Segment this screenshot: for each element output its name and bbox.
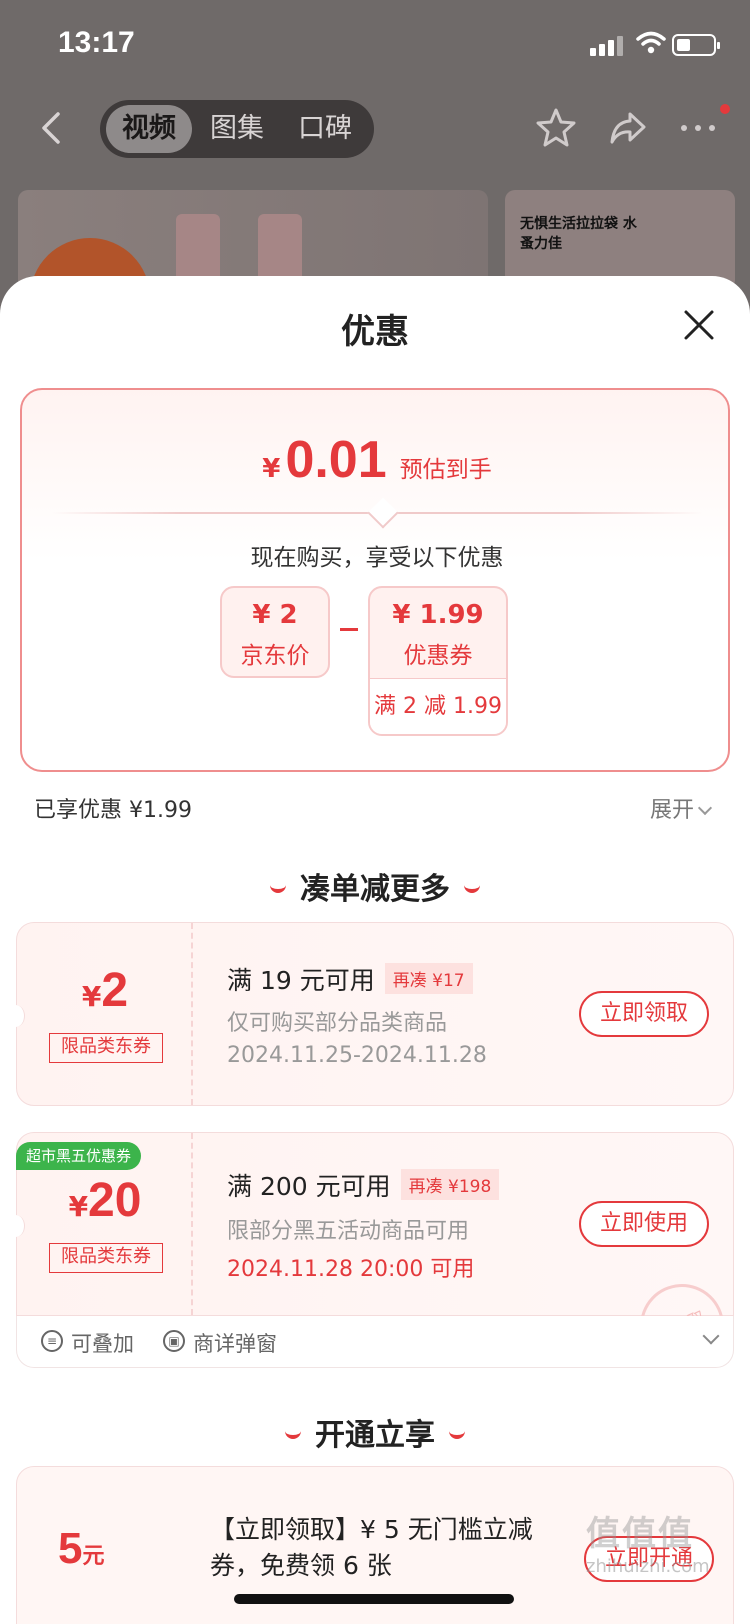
expand-label: 展开 — [650, 798, 695, 823]
coupon-type-tag: 限品类东券 — [49, 1243, 163, 1273]
tab-reviews[interactable]: 口碑 — [282, 105, 368, 153]
smile-icon — [464, 884, 480, 893]
use-button[interactable]: 立即使用 — [579, 1201, 709, 1247]
sheet-title: 优惠 — [341, 312, 409, 352]
coupon-card: ¥2 限品类东券 满 19 元可用 再凑 ¥17 仅可购买部分品类商品 2024.… — [7, 922, 734, 1106]
minus-sign — [340, 628, 358, 631]
share-icon[interactable] — [606, 106, 650, 150]
vip-title: 【立即领取】¥ 5 无门槛立减券，免费领 6 张 — [210, 1515, 533, 1580]
coupon-rule: 满 2 减 1.99 — [370, 678, 506, 734]
close-icon[interactable] — [682, 308, 716, 342]
coupon-desc: 仅可购买部分品类商品 — [227, 1011, 448, 1036]
coupon-gap-badge: 再凑 ¥17 — [384, 963, 473, 994]
battery-icon — [672, 34, 720, 56]
watermark: 值值值 — [586, 1514, 694, 1554]
coupon-price-value: ¥ 1.99 — [392, 600, 484, 630]
coupon-currency: ¥ — [81, 980, 102, 1013]
coupon-threshold: 满 200 元可用 — [227, 1172, 391, 1201]
coupon-type-tag: 限品类东券 — [49, 1033, 163, 1063]
coupon-amount: ¥20 — [17, 1173, 193, 1228]
claim-button[interactable]: 立即领取 — [579, 991, 709, 1037]
section-title-vip: 开通立享 — [0, 1410, 750, 1454]
coupon-date: 2024.11.25-2024.11.28 — [227, 1043, 487, 1068]
stackable-label: 可叠加 — [71, 1332, 134, 1356]
star-icon[interactable] — [534, 106, 578, 150]
coupon-value: 2 — [101, 964, 129, 1017]
smile-icon — [285, 1430, 301, 1439]
discount-sheet: 优惠 ¥ 0.01 预估到手 现在购买，享受以下优惠 ¥ 2 京东价 ¥ 1.9… — [0, 276, 750, 1624]
coupon-amount: ¥2 — [17, 963, 193, 1018]
coupon-title: 满 200 元可用 再凑 ¥198 — [227, 1167, 500, 1203]
back-icon[interactable] — [32, 108, 72, 148]
coupon-price-box: ¥ 1.99 优惠券 满 2 减 1.99 — [368, 586, 508, 736]
expand-button[interactable]: 展开 — [650, 792, 713, 824]
vip-amount: 5元 — [58, 1524, 105, 1574]
estimate-card: ¥ 0.01 预估到手 现在购买，享受以下优惠 ¥ 2 京东价 ¥ 1.99 优… — [20, 388, 730, 772]
jd-price-box: ¥ 2 京东价 — [220, 586, 330, 678]
wifi-icon — [636, 31, 666, 54]
popup-icon: ▣ — [163, 1330, 185, 1352]
coupon-currency: ¥ — [68, 1190, 89, 1223]
home-indicator[interactable] — [234, 1594, 514, 1604]
enjoyed-discount: 已享优惠 ¥1.99 — [34, 798, 192, 823]
coupon-price-label: 优惠券 — [403, 643, 473, 669]
estimated-price: ¥ 0.01 预估到手 — [22, 430, 732, 490]
smile-icon — [449, 1430, 465, 1439]
coupon-value: 20 — [88, 1174, 142, 1227]
smile-icon — [270, 884, 286, 893]
coupon-date: 2024.11.28 20:00 可用 — [227, 1257, 475, 1282]
coupon-threshold: 满 19 元可用 — [227, 966, 375, 995]
vip-unit: 元 — [82, 1544, 105, 1569]
jd-price-label: 京东价 — [240, 643, 310, 669]
buy-note: 现在购买，享受以下优惠 — [250, 545, 504, 571]
popup-label: 商详弹窗 — [193, 1332, 277, 1356]
tab-gallery[interactable]: 图集 — [194, 105, 280, 153]
coupon-title: 满 19 元可用 再凑 ¥17 — [227, 961, 473, 997]
chevron-down-icon — [697, 800, 713, 816]
vip-value: 5 — [58, 1524, 83, 1573]
section-title-text: 开通立享 — [315, 1418, 435, 1453]
status-bar: 13:17 — [0, 0, 750, 90]
jd-price-value: ¥ 2 — [252, 600, 298, 630]
status-time: 13:17 — [58, 26, 135, 59]
top-nav: 视频 图集 口碑 — [0, 92, 750, 172]
black-friday-tag: 超市黑五优惠券 — [16, 1142, 142, 1170]
estimated-label: 预估到手 — [399, 457, 492, 483]
tab-video[interactable]: 视频 — [106, 105, 192, 153]
stack-icon: ≡ — [41, 1330, 63, 1352]
media-tabs: 视频 图集 口碑 — [100, 100, 374, 158]
more-icon[interactable] — [676, 106, 720, 150]
banner-text: 无惧生活拉拉袋 水蚤力佳 — [520, 216, 637, 252]
chevron-down-icon[interactable] — [702, 1327, 720, 1345]
coupon-options-row: ≡ 可叠加 ▣ 商详弹窗 — [16, 1316, 734, 1368]
coupon-desc: 限部分黑五活动商品可用 — [227, 1219, 470, 1244]
section-title-combine: 凑单减更多 — [0, 864, 750, 908]
divider-notch — [367, 497, 399, 529]
estimated-amount: 0.01 — [285, 431, 387, 489]
signal-icon — [590, 34, 626, 56]
notification-dot — [720, 104, 730, 114]
currency-symbol: ¥ — [262, 454, 281, 484]
watermark-url: zhihuizhi.com — [586, 1556, 710, 1577]
section-title-text: 凑单减更多 — [300, 872, 450, 907]
coupon-gap-badge: 再凑 ¥198 — [400, 1169, 500, 1200]
